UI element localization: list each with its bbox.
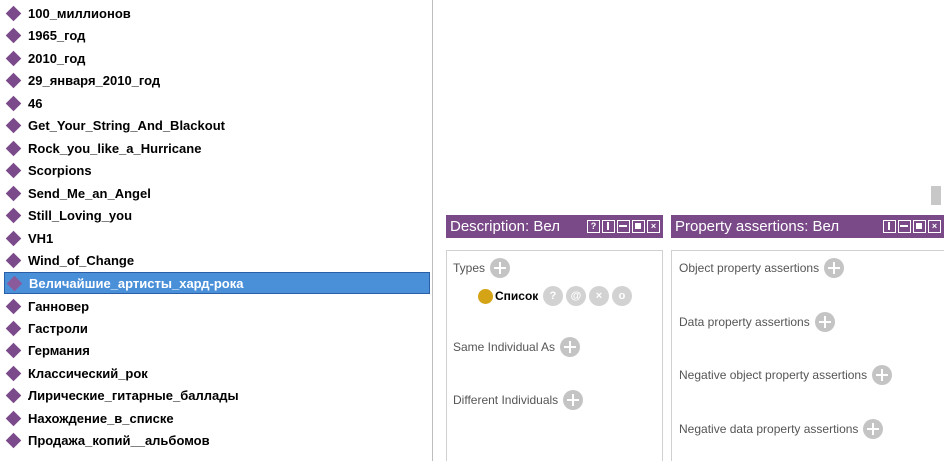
individuals-list[interactable]: 100_миллионов 1965_год 2010_год 29_январ… xyxy=(0,0,433,461)
individual-icon xyxy=(5,230,22,246)
individual-icon xyxy=(5,140,22,156)
individual-icon xyxy=(5,162,22,178)
view-controls: ? × xyxy=(587,220,660,233)
individual-icon xyxy=(5,298,22,314)
individual-icon xyxy=(5,72,22,88)
object-property-section: Object property assertions xyxy=(679,258,845,278)
split-horizontal-icon[interactable] xyxy=(617,220,630,233)
explain-button[interactable]: ? xyxy=(543,286,563,306)
add-negative-data-property-button[interactable] xyxy=(863,419,884,439)
property-assertions-view-header: Property assertions: Вел × xyxy=(671,215,944,238)
negative-data-property-section: Negative data property assertions xyxy=(679,419,884,439)
individual-icon xyxy=(5,50,22,66)
delete-button[interactable]: × xyxy=(589,286,609,306)
list-item[interactable]: Лирические_гитарные_баллады xyxy=(4,384,430,406)
view-controls: × xyxy=(883,220,941,233)
individual-icon xyxy=(5,185,22,201)
same-individual-section: Same Individual As xyxy=(453,337,581,357)
maximize-icon[interactable] xyxy=(632,220,645,233)
list-item[interactable]: Продажа_копий__альбомов xyxy=(4,429,430,451)
list-item[interactable]: VH1 xyxy=(4,227,430,249)
list-item[interactable]: Гастроли xyxy=(4,317,430,339)
add-data-property-button[interactable] xyxy=(814,312,835,332)
individual-icon xyxy=(5,5,22,21)
types-section: Types xyxy=(453,258,511,278)
individual-icon xyxy=(5,365,22,381)
description-view-title: Description: Вел xyxy=(450,218,560,235)
list-item[interactable]: 1965_год xyxy=(4,24,430,46)
individual-icon xyxy=(5,252,22,268)
individual-icon xyxy=(6,275,23,291)
individual-icon xyxy=(5,117,22,133)
add-same-individual-button[interactable] xyxy=(560,337,581,357)
help-icon[interactable]: ? xyxy=(587,220,600,233)
list-item[interactable]: Wind_of_Change xyxy=(4,249,430,271)
class-icon xyxy=(478,288,493,304)
individual-icon xyxy=(5,27,22,43)
add-type-button[interactable] xyxy=(490,258,511,278)
description-view-header: Description: Вел ? × xyxy=(446,215,663,238)
scrollbar-thumb[interactable] xyxy=(931,186,941,205)
close-icon[interactable]: × xyxy=(928,220,941,233)
individual-icon xyxy=(5,207,22,223)
list-item[interactable]: Нахождение_в_списке xyxy=(4,407,430,429)
list-item[interactable]: Ганновер xyxy=(4,295,430,317)
type-entry[interactable]: Список ? @ × o xyxy=(478,286,632,306)
add-object-property-button[interactable] xyxy=(824,258,845,278)
maximize-icon[interactable] xyxy=(913,220,926,233)
individual-icon xyxy=(5,342,22,358)
list-item[interactable]: Send_Me_an_Angel xyxy=(4,182,430,204)
list-item[interactable]: 29_января_2010_год xyxy=(4,69,430,91)
different-individuals-section: Different Individuals xyxy=(453,390,584,410)
list-item[interactable]: Классический_рок xyxy=(4,362,430,384)
list-item[interactable]: Rock_you_like_a_Hurricane xyxy=(4,137,430,159)
close-icon[interactable]: × xyxy=(647,220,660,233)
individual-icon xyxy=(5,320,22,336)
split-horizontal-icon[interactable] xyxy=(898,220,911,233)
list-item[interactable]: 2010_год xyxy=(4,47,430,69)
list-item[interactable]: Германия xyxy=(4,339,430,361)
property-assertions-view-body: Object property assertions Data property… xyxy=(671,250,944,461)
list-item[interactable]: Scorpions xyxy=(4,159,430,181)
data-property-section: Data property assertions xyxy=(679,312,835,332)
edit-button[interactable]: o xyxy=(612,286,632,306)
individual-icon xyxy=(5,387,22,403)
list-item-selected[interactable]: Величайшие_артисты_хард-рока xyxy=(4,272,430,294)
list-item[interactable]: 46 xyxy=(4,92,430,114)
add-different-individual-button[interactable] xyxy=(563,390,584,410)
negative-object-property-section: Negative object property assertions xyxy=(679,365,893,385)
individual-icon xyxy=(5,432,22,448)
add-negative-object-property-button[interactable] xyxy=(872,365,893,385)
list-item[interactable]: 100_миллионов xyxy=(4,2,430,24)
property-assertions-view-title: Property assertions: Вел xyxy=(675,218,840,235)
split-vertical-icon[interactable] xyxy=(883,220,896,233)
description-view-body: Types Список ? @ × o Same Individual As … xyxy=(446,250,663,461)
split-vertical-icon[interactable] xyxy=(602,220,615,233)
individual-icon xyxy=(5,410,22,426)
list-item[interactable]: Still_Loving_you xyxy=(4,204,430,226)
individual-icon xyxy=(5,95,22,111)
annotate-button[interactable]: @ xyxy=(566,286,586,306)
graph-view-area xyxy=(443,0,944,207)
list-item[interactable]: Get_Your_String_And_Blackout xyxy=(4,114,430,136)
